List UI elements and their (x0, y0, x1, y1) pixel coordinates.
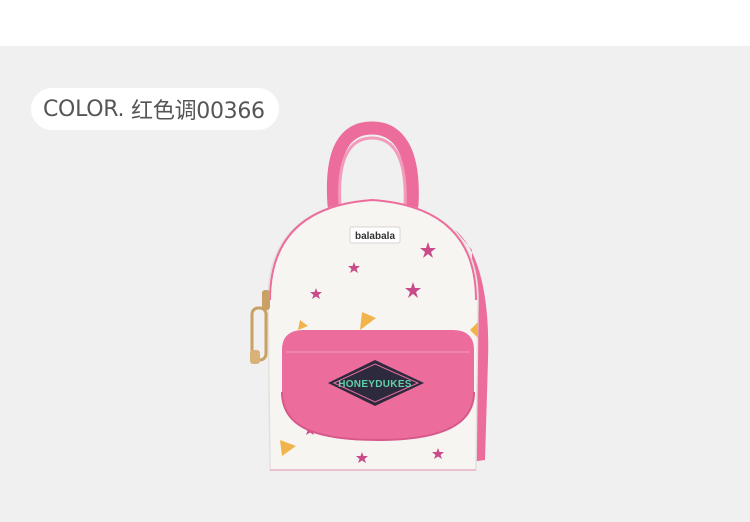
brand-tag-label: balabala (355, 231, 395, 242)
backpack-image: balabala HONEYDUKES (250, 121, 489, 471)
backpack-handle (326, 121, 419, 212)
honeydukes-badge-label: HONEYDUKES (338, 379, 412, 390)
zipper-pull (250, 290, 270, 364)
